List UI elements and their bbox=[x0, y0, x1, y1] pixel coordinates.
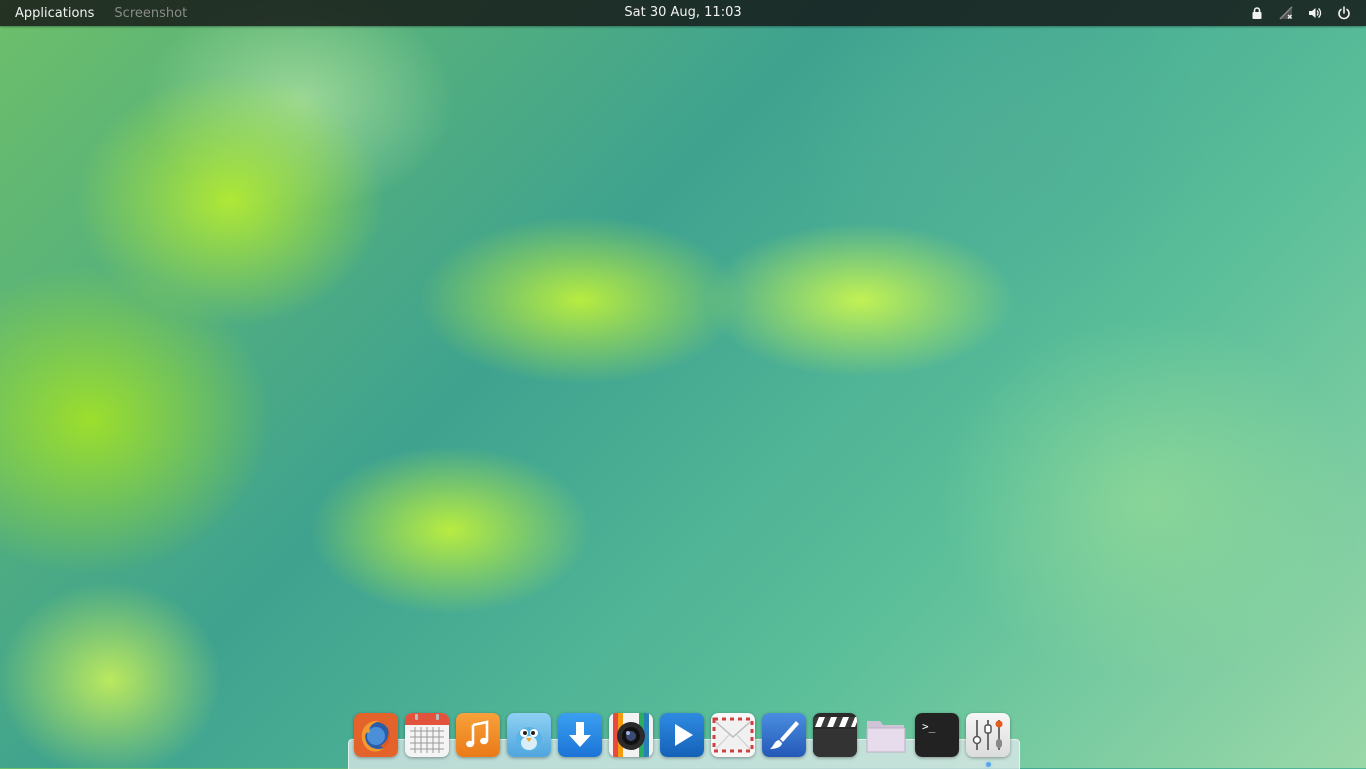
volume-icon[interactable] bbox=[1307, 5, 1323, 21]
envelope-icon bbox=[711, 713, 755, 757]
dock-item-settings[interactable] bbox=[966, 713, 1010, 757]
terminal-prompt: >_ bbox=[922, 720, 936, 733]
bird-icon bbox=[507, 713, 551, 757]
dock-item-downloads[interactable] bbox=[558, 713, 602, 757]
dock-item-calendar[interactable] bbox=[405, 713, 449, 757]
dock-item-video-editor[interactable] bbox=[813, 713, 857, 757]
dock-item-music[interactable] bbox=[456, 713, 500, 757]
active-window-label[interactable]: Screenshot bbox=[114, 6, 187, 21]
paintbrush-icon bbox=[762, 713, 806, 757]
sliders-icon bbox=[966, 713, 1010, 757]
dock-items: >_ bbox=[354, 713, 1010, 757]
applications-menu-button[interactable]: Applications bbox=[15, 6, 94, 21]
firefox-icon bbox=[354, 713, 398, 757]
music-note-icon bbox=[456, 713, 500, 757]
dock-item-video-player[interactable] bbox=[660, 713, 704, 757]
dock-item-paint[interactable] bbox=[762, 713, 806, 757]
clock-button[interactable]: Sat 30 Aug, 11:03 bbox=[624, 5, 741, 20]
top-panel: Applications Screenshot Sat 30 Aug, 11:0… bbox=[0, 0, 1366, 26]
system-indicators bbox=[1249, 0, 1352, 26]
dock-item-mail[interactable] bbox=[711, 713, 755, 757]
dock-item-terminal[interactable]: >_ bbox=[915, 713, 959, 757]
calendar-icon bbox=[405, 713, 449, 757]
network-disconnected-icon[interactable] bbox=[1278, 5, 1294, 21]
panel-left: Applications Screenshot bbox=[15, 0, 187, 26]
dock-item-files[interactable] bbox=[864, 713, 908, 757]
running-indicator bbox=[986, 762, 991, 767]
folder-icon bbox=[866, 721, 906, 753]
clock-container: Sat 30 Aug, 11:03 bbox=[0, 0, 1366, 26]
download-arrow-icon bbox=[558, 713, 602, 757]
lock-icon[interactable] bbox=[1249, 5, 1265, 21]
dock-item-camera[interactable] bbox=[609, 713, 653, 757]
camera-lens-icon bbox=[609, 713, 653, 757]
terminal-icon: >_ bbox=[915, 713, 959, 757]
dock-item-firefox[interactable] bbox=[354, 713, 398, 757]
power-icon[interactable] bbox=[1336, 5, 1352, 21]
play-icon bbox=[660, 713, 704, 757]
dock-item-twitter-client[interactable] bbox=[507, 713, 551, 757]
clapperboard-icon bbox=[813, 713, 857, 757]
